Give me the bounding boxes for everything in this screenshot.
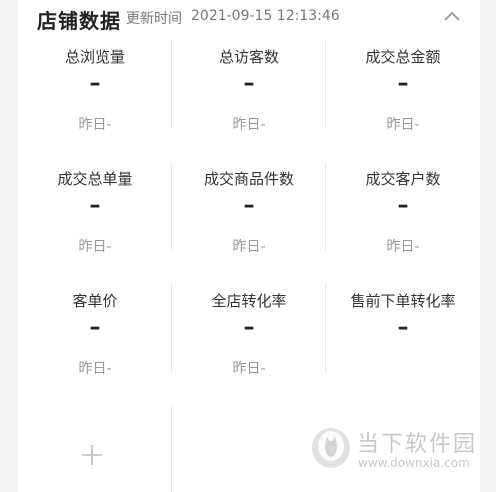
plus-icon[interactable] bbox=[80, 443, 104, 467]
watermark-logo-icon bbox=[310, 424, 352, 470]
metric-yesterday: 昨日- bbox=[386, 239, 420, 255]
metric-label: 客单价 bbox=[72, 292, 118, 310]
metric-value: – bbox=[243, 71, 255, 96]
divider bbox=[325, 40, 326, 128]
metric-total-sales-amount[interactable]: 成交总金额 – 昨日- bbox=[326, 34, 480, 156]
metric-yesterday: 昨日- bbox=[78, 239, 112, 255]
card-header: 店铺数据 更新时间 2021-09-15 12:13:46 bbox=[18, 0, 480, 34]
metric-presale-conversion-rate[interactable]: 售前下单转化率 – bbox=[326, 278, 480, 400]
metric-label: 售前下单转化率 bbox=[350, 292, 456, 310]
watermark-url: www.downxia.com bbox=[358, 456, 470, 470]
metric-value: – bbox=[89, 315, 101, 340]
divider bbox=[171, 406, 172, 492]
metric-total-visitors[interactable]: 总访客数 – 昨日- bbox=[172, 34, 326, 156]
metric-total-views[interactable]: 总浏览量 – 昨日- bbox=[18, 34, 172, 156]
metric-store-conversion-rate[interactable]: 全店转化率 – 昨日- bbox=[172, 278, 326, 400]
metric-label: 总浏览量 bbox=[64, 48, 125, 66]
chevron-up-icon[interactable] bbox=[440, 6, 464, 26]
metric-value: – bbox=[397, 193, 409, 218]
metric-yesterday: 昨日- bbox=[386, 117, 420, 133]
card-title: 店铺数据 bbox=[37, 9, 121, 33]
divider bbox=[171, 162, 172, 250]
metric-yesterday: 昨日- bbox=[232, 361, 266, 377]
metric-label: 成交商品件数 bbox=[203, 170, 294, 188]
metric-label: 全店转化率 bbox=[211, 292, 287, 310]
metric-label: 成交总金额 bbox=[365, 48, 441, 66]
divider bbox=[171, 40, 172, 128]
metric-yesterday: 昨日- bbox=[78, 117, 112, 133]
metric-value: – bbox=[397, 315, 409, 340]
watermark: 当下软件园 www.downxia.com bbox=[310, 422, 490, 474]
metric-customers[interactable]: 成交客户数 – 昨日- bbox=[326, 156, 480, 278]
metric-avg-order-value[interactable]: 客单价 – 昨日- bbox=[18, 278, 172, 400]
divider bbox=[325, 162, 326, 250]
divider bbox=[325, 284, 326, 372]
metric-value: – bbox=[397, 71, 409, 96]
metric-yesterday: 昨日- bbox=[232, 239, 266, 255]
watermark-name: 当下软件园 bbox=[357, 432, 478, 457]
metric-value: – bbox=[89, 193, 101, 218]
metric-items-sold[interactable]: 成交商品件数 – 昨日- bbox=[172, 156, 326, 278]
divider bbox=[171, 284, 172, 372]
metric-total-orders[interactable]: 成交总单量 – 昨日- bbox=[18, 156, 172, 278]
metric-value: – bbox=[243, 315, 255, 340]
store-data-card: 店铺数据 更新时间 2021-09-15 12:13:46 总浏览量 – 昨日-… bbox=[18, 0, 480, 492]
metric-yesterday: 昨日- bbox=[78, 361, 112, 377]
update-time-label: 更新时间 bbox=[126, 11, 182, 27]
metric-label: 成交客户数 bbox=[365, 170, 441, 188]
metric-label: 总访客数 bbox=[218, 48, 279, 66]
metric-yesterday: 昨日- bbox=[232, 117, 266, 133]
update-time-value: 2021-09-15 12:13:46 bbox=[191, 8, 340, 24]
metric-value: – bbox=[243, 193, 255, 218]
metric-value: – bbox=[89, 71, 101, 96]
metric-label: 成交总单量 bbox=[57, 170, 133, 188]
